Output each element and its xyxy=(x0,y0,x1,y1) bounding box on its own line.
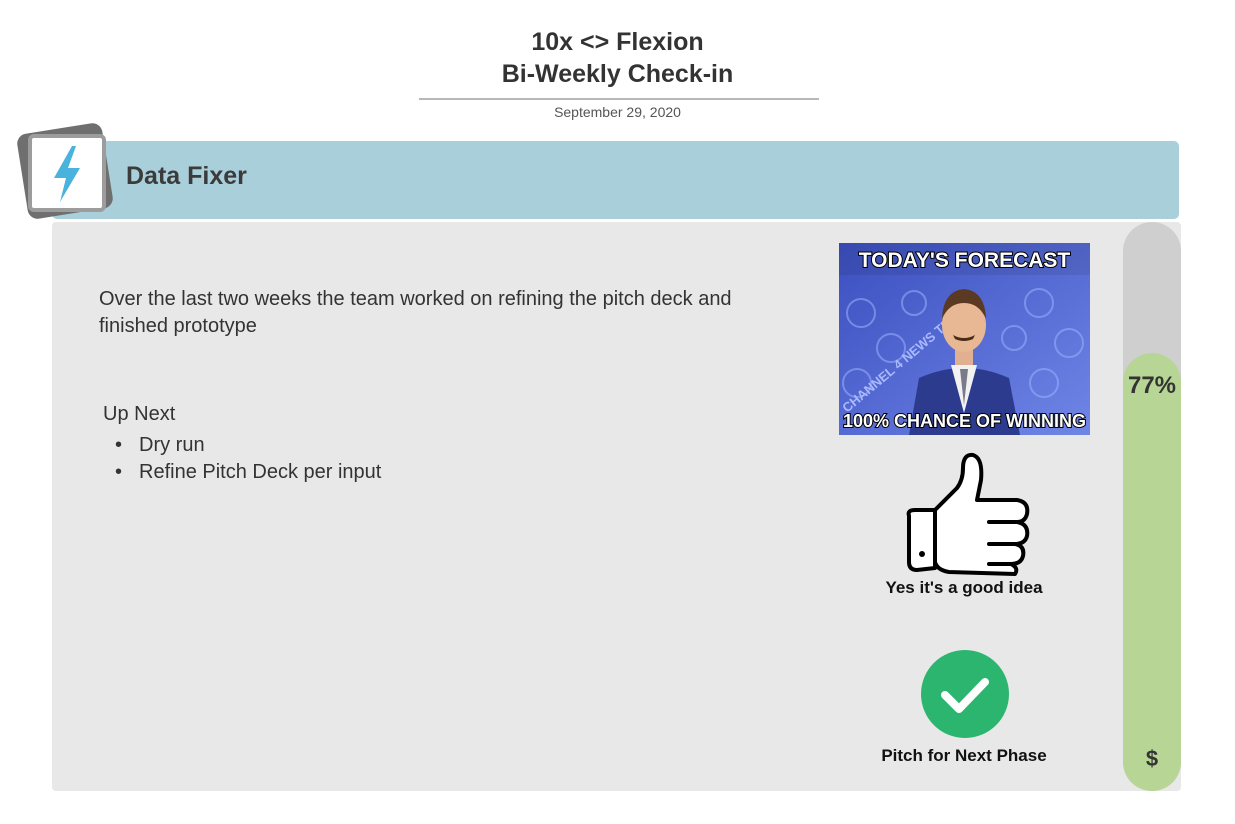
list-item: • Dry run xyxy=(115,432,381,459)
meme-bottom-text: 100% CHANCE OF WINNING xyxy=(843,411,1086,431)
report-date: September 29, 2020 xyxy=(554,104,681,120)
report-header: 10x <> Flexion Bi-Weekly Check-in xyxy=(0,26,1235,90)
icon-badge-frame xyxy=(28,134,106,212)
list-item-text: Dry run xyxy=(139,434,205,456)
status-summary: Over the last two weeks the team worked … xyxy=(99,288,732,337)
progress-percent: 77% xyxy=(1127,372,1177,399)
title-divider xyxy=(419,98,819,100)
report-subtitle: Bi-Weekly Check-in xyxy=(501,60,734,88)
project-name: Data Fixer xyxy=(126,162,247,190)
project-icon-badge xyxy=(15,121,120,226)
outcome-caption: Pitch for Next Phase xyxy=(881,746,1047,765)
verdict-caption: Yes it's a good idea xyxy=(885,578,1043,597)
bullet-icon: • xyxy=(115,434,123,456)
list-item: • Refine Pitch Deck per input xyxy=(115,459,381,486)
bullet-icon: • xyxy=(115,461,123,483)
up-next-list: • Dry run • Refine Pitch Deck per input xyxy=(115,432,381,486)
progress-bar xyxy=(1123,222,1181,791)
lightning-bolt-icon xyxy=(54,146,80,202)
thumbs-up-icon xyxy=(897,450,1033,576)
check-circle-icon xyxy=(920,650,1010,740)
progress-dollar-symbol: $ xyxy=(1145,746,1159,771)
report-title: 10x <> Flexion xyxy=(531,28,704,56)
list-item-text: Refine Pitch Deck per input xyxy=(139,461,382,483)
forecast-meme-image: CHANNEL 4 NEWS TEAM TODAY'S FORECAST 100… xyxy=(839,243,1090,435)
progress-fill xyxy=(1123,353,1181,791)
meme-top-text: TODAY'S FORECAST xyxy=(859,249,1071,272)
up-next-heading: Up Next xyxy=(103,403,176,425)
